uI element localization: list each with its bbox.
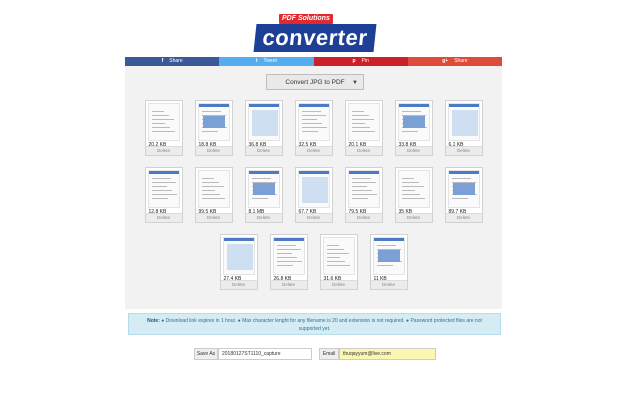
facebook-share-button[interactable]: f Share	[125, 57, 220, 66]
file-thumbnail	[247, 170, 280, 208]
save-as-label: Save As	[194, 348, 218, 360]
logo-wordmark: converter	[253, 24, 377, 52]
file-card[interactable]: 32.5 KB Delete	[294, 100, 333, 156]
twitter-tweet-button[interactable]: t Tweet	[219, 57, 314, 66]
email-label: Email	[319, 348, 339, 360]
delete-button[interactable]: Delete	[220, 280, 257, 289]
delete-button[interactable]: Delete	[445, 213, 482, 222]
file-thumbnail	[197, 103, 230, 141]
delete-button[interactable]: Delete	[245, 213, 282, 222]
file-thumbnail	[372, 237, 405, 275]
file-thumbnail	[322, 237, 355, 275]
delete-button[interactable]: Delete	[395, 213, 432, 222]
file-thumbnail	[397, 170, 430, 208]
file-thumbnail	[147, 170, 180, 208]
file-card[interactable]: 89.7 KB Delete	[444, 167, 483, 223]
twitter-icon: t	[255, 58, 258, 64]
select-value: Convert JPG to PDF	[285, 79, 345, 86]
delete-button[interactable]: Delete	[295, 146, 332, 155]
file-row: 20.2 KB Delete 18.8 KB Delete 36.8 KB Delete 3…	[125, 100, 502, 156]
share-bar: f Share t Tweet p Pin g+ Share	[125, 57, 502, 66]
file-thumbnail	[197, 170, 230, 208]
file-thumbnail	[397, 103, 430, 141]
delete-button[interactable]: Delete	[370, 280, 407, 289]
delete-button[interactable]: Delete	[195, 213, 232, 222]
file-card[interactable]: 26.8 KB Delete	[269, 234, 308, 290]
note-label: Note:	[147, 318, 160, 324]
file-thumbnail	[347, 170, 380, 208]
file-card[interactable]: 33.8 KB Delete	[394, 100, 433, 156]
save-as-input[interactable]	[218, 348, 312, 360]
file-row: 12.8 KB Delete 99.5 KB Delete 8.1 MB Delete 67…	[125, 167, 502, 223]
chevron-down-icon: ▼	[352, 80, 358, 86]
share-label: Share	[454, 58, 468, 64]
delete-button[interactable]: Delete	[270, 280, 307, 289]
file-thumbnail	[297, 170, 330, 208]
file-card[interactable]: 20.1 KB Delete	[344, 100, 383, 156]
file-thumbnail	[222, 237, 255, 275]
file-card[interactable]: 12.8 KB Delete	[144, 167, 183, 223]
file-card[interactable]: 31.6 KB Delete	[319, 234, 358, 290]
note-text: ● Download link expires in 1 hour. ● Max…	[161, 318, 482, 332]
delete-button[interactable]: Delete	[145, 146, 182, 155]
file-card[interactable]: 99.5 KB Delete	[194, 167, 233, 223]
share-label: Share	[169, 58, 183, 64]
file-card[interactable]: 8.1 MB Delete	[244, 167, 283, 223]
file-card[interactable]: 35 KB Delete	[394, 167, 433, 223]
file-card[interactable]: 6.1 KB Delete	[444, 100, 483, 156]
convert-type-select[interactable]: Convert JPG to PDF ▼	[266, 74, 364, 90]
file-thumbnail	[247, 103, 280, 141]
gplus-share-button[interactable]: g+ Share	[407, 57, 502, 66]
file-card[interactable]: 18.8 KB Delete	[194, 100, 233, 156]
file-thumbnail	[272, 237, 305, 275]
file-thumbnail	[347, 103, 380, 141]
delete-button[interactable]: Delete	[345, 146, 382, 155]
file-card[interactable]: 67.7 KB Delete	[294, 167, 333, 223]
note-box: Note: ● Download link expires in 1 hour.…	[128, 313, 501, 335]
file-thumbnail	[147, 103, 180, 141]
file-card[interactable]: 20.2 KB Delete	[144, 100, 183, 156]
file-thumbnail	[447, 103, 480, 141]
pinterest-pin-button[interactable]: p Pin	[313, 57, 408, 66]
share-label: Tweet	[263, 58, 277, 64]
delete-button[interactable]: Delete	[395, 146, 432, 155]
pinterest-icon: p	[352, 58, 356, 64]
files-panel: Convert JPG to PDF ▼ 20.2 KB Delete 18.8 K…	[125, 66, 502, 309]
delete-button[interactable]: Delete	[295, 213, 332, 222]
delete-button[interactable]: Delete	[145, 213, 182, 222]
delete-button[interactable]: Delete	[320, 280, 357, 289]
delete-button[interactable]: Delete	[195, 146, 232, 155]
file-thumbnail	[297, 103, 330, 141]
delete-button[interactable]: Delete	[445, 146, 482, 155]
file-grid: 20.2 KB Delete 18.8 KB Delete 36.8 KB Delete 3…	[125, 100, 502, 301]
delete-button[interactable]: Delete	[345, 213, 382, 222]
converter-logo[interactable]: PDF Solutions converter	[253, 14, 377, 52]
file-thumbnail	[447, 170, 480, 208]
logo-tagline: PDF Solutions	[279, 14, 333, 24]
gplus-icon: g+	[442, 58, 449, 64]
file-card[interactable]: 79.5 KB Delete	[344, 167, 383, 223]
file-row: 27.4 KB Delete 26.8 KB Delete 31.6 KB Delete 1…	[125, 234, 502, 290]
share-label: Pin	[361, 58, 369, 64]
facebook-icon: f	[161, 58, 164, 64]
delete-button[interactable]: Delete	[245, 146, 282, 155]
file-card[interactable]: 27.4 KB Delete	[219, 234, 258, 290]
email-field[interactable]	[339, 348, 436, 360]
file-card[interactable]: 11 KB Delete	[369, 234, 408, 290]
file-card[interactable]: 36.8 KB Delete	[244, 100, 283, 156]
